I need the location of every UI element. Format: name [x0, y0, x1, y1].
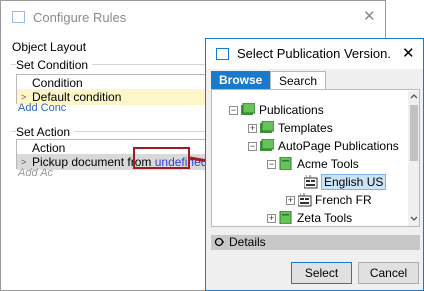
details-expander[interactable]: Details — [211, 235, 420, 250]
svg-text:1.0: 1.0 — [299, 193, 306, 197]
tree-item-label: English US — [321, 174, 387, 190]
tab-search[interactable]: Search — [270, 71, 327, 89]
collapse-icon[interactable]: − — [229, 106, 238, 115]
scroll-thumb[interactable] — [410, 105, 418, 161]
expand-details-icon[interactable] — [214, 237, 224, 247]
expand-icon[interactable]: + — [286, 196, 295, 205]
tree-scrollbar[interactable] — [408, 91, 419, 226]
expand-icon[interactable]: + — [248, 124, 257, 133]
publications-folder-icon — [241, 103, 255, 115]
dialog-title: Select Publication Version. — [237, 46, 391, 61]
select-button[interactable]: Select — [291, 262, 352, 284]
version-icon: 1.0 — [298, 193, 312, 207]
close-icon[interactable]: ✕ — [402, 44, 415, 62]
publication-icon — [279, 157, 292, 170]
window-icon — [216, 48, 229, 60]
tree-item-label: AutoPage Publications — [278, 139, 399, 153]
folder-icon — [260, 121, 274, 133]
tree-item-label: Templates — [278, 121, 333, 135]
publication-icon — [279, 211, 292, 224]
publication-tree: − Publications + Templates − AutoPage Pu… — [211, 89, 420, 227]
collapse-icon[interactable]: − — [248, 142, 257, 151]
cancel-button[interactable]: Cancel — [358, 262, 419, 284]
scroll-down-icon[interactable] — [410, 216, 418, 222]
tree-item-label: Zeta Tools — [297, 211, 353, 225]
details-label: Details — [229, 235, 266, 249]
folder-icon — [260, 139, 274, 151]
tab-browse[interactable]: Browse — [211, 71, 271, 89]
svg-text:1.0: 1.0 — [305, 175, 312, 179]
collapse-icon[interactable]: − — [267, 160, 276, 169]
tree-item-label: Acme Tools — [297, 157, 359, 171]
title-bar: Select Publication Version. ✕ — [206, 39, 423, 69]
scroll-up-icon[interactable] — [410, 93, 418, 99]
tree-item-label: French FR — [315, 193, 372, 207]
version-icon: 1.0 — [304, 175, 318, 189]
expand-icon[interactable]: + — [267, 214, 276, 223]
select-publication-version-dialog: Select Publication Version. ✕ Browse Sea… — [205, 38, 424, 291]
tree-item-label: Publications — [259, 103, 324, 117]
